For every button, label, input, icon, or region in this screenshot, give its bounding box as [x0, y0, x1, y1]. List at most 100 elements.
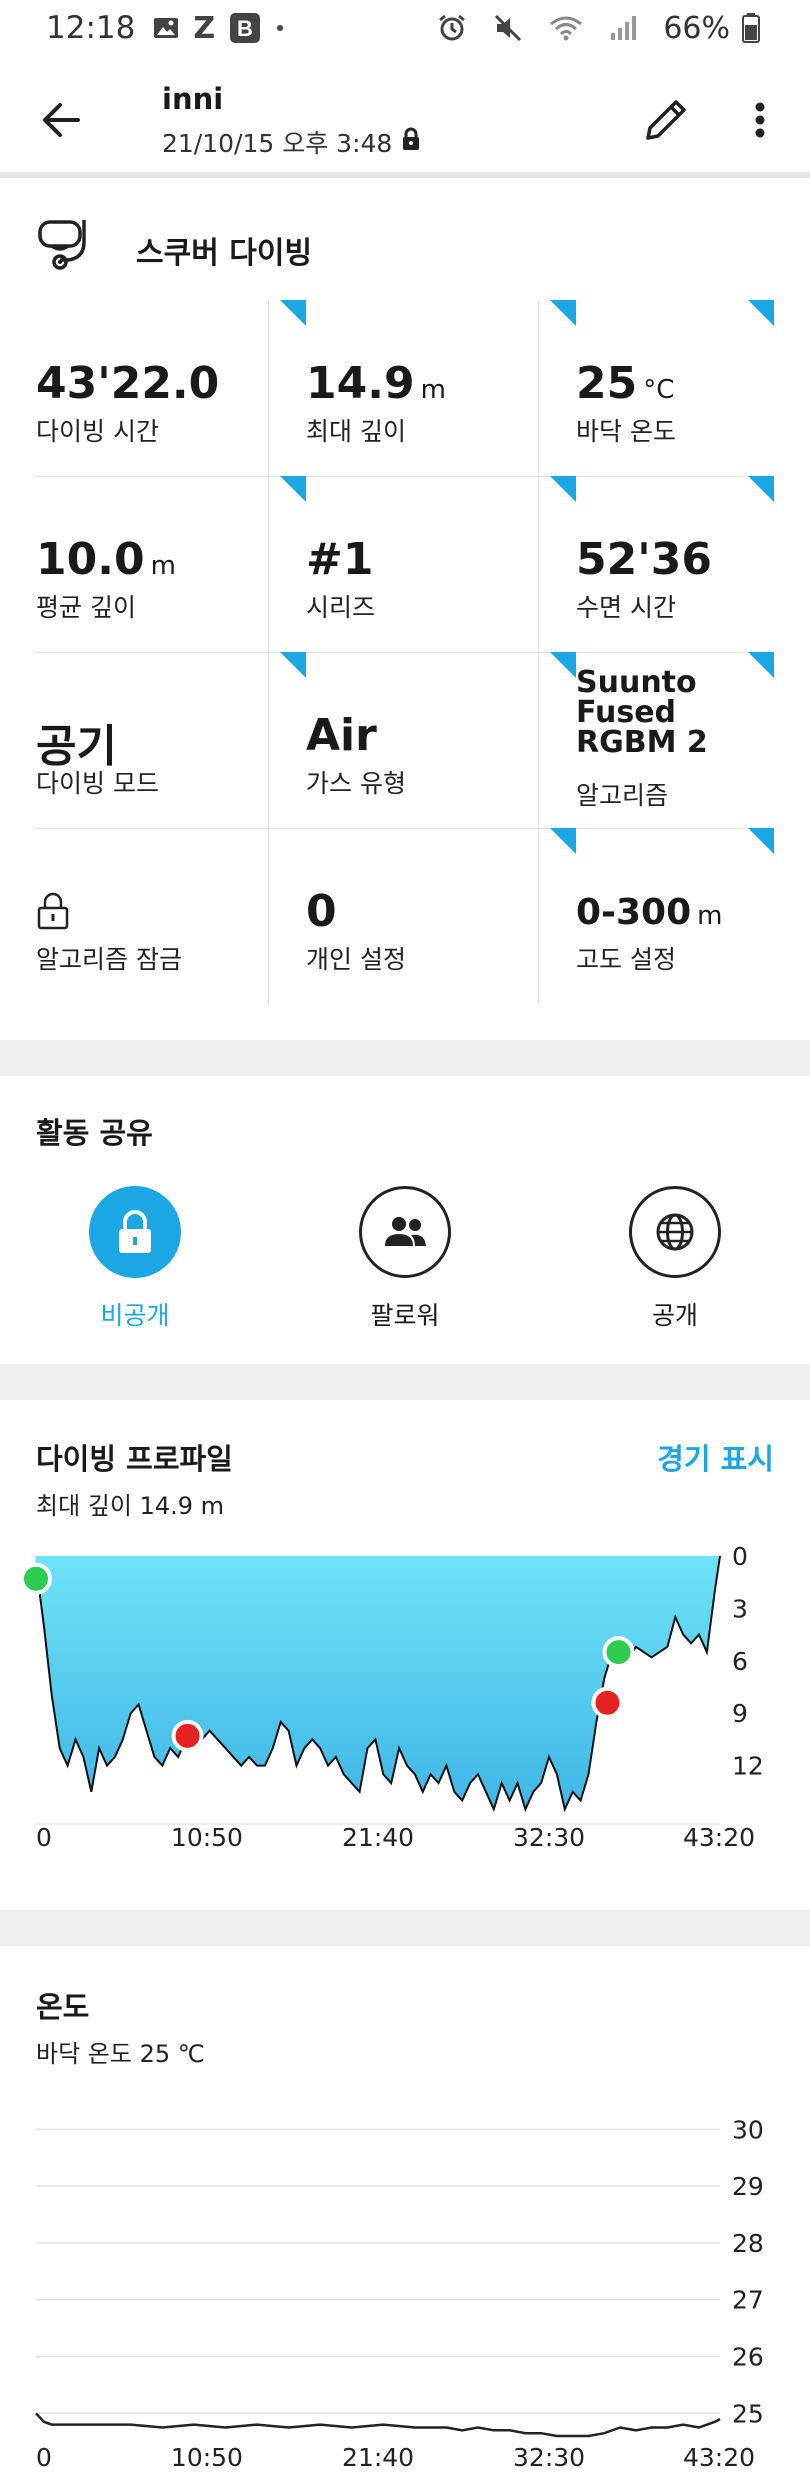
pencil-icon [646, 100, 686, 140]
stat-label: 최대 깊이 [306, 417, 406, 446]
wifi-icon [549, 14, 583, 42]
corner-indicator [550, 300, 576, 326]
y-tick-label: 25 [732, 2399, 764, 2428]
back-button[interactable] [34, 92, 90, 148]
y-tick-label: 28 [732, 2229, 764, 2258]
activity-label: 스쿠버 다이빙 [136, 236, 313, 271]
stat-personal-setting[interactable]: 0 개인 설정 [306, 828, 576, 1004]
stat-unit: m [150, 551, 176, 581]
stat-label: 다이빙 모드 [36, 769, 159, 798]
corner-indicator [280, 476, 306, 502]
ascent-marker[interactable] [20, 1562, 52, 1595]
lock-icon [119, 1210, 151, 1253]
app-bar: inni 21/10/15 오후 3:48 [0, 56, 810, 178]
stat-unit: m [420, 375, 446, 405]
stat-dive-mode[interactable]: 공기 다이빙 모드 [36, 652, 306, 828]
section-divider [0, 1364, 810, 1400]
gallery-icon [153, 16, 179, 40]
sharing-title: 활동 공유 [36, 1116, 153, 1150]
share-option-private[interactable]: 비공개 [65, 1186, 205, 1332]
edit-button[interactable] [638, 92, 694, 148]
stat-value: 14.9 [306, 358, 415, 409]
stat-label: 수면 시간 [576, 593, 676, 622]
ascent-marker[interactable] [602, 1636, 635, 1669]
stat-label: 평균 깊이 [36, 593, 136, 622]
temperature-title: 온도 [36, 1990, 90, 2024]
stat-avg-depth[interactable]: 10.0 m 평균 깊이 [36, 476, 306, 652]
section-divider [0, 1910, 810, 1946]
globe-icon [656, 1213, 694, 1251]
x-tick-label: 0 [36, 2443, 52, 2472]
share-option-label: 팔로워 [370, 1301, 440, 1330]
dive-profile-chart[interactable]: 0 3 6 9 12 0 10:50 21:40 32:30 43:20 [0, 1530, 810, 1860]
share-option-followers[interactable]: 팔로워 [335, 1186, 475, 1332]
svg-text:B: B [237, 16, 253, 41]
z-app-icon: Z [193, 10, 216, 46]
y-tick-label: 6 [732, 1647, 748, 1676]
y-tick-label: 0 [732, 1542, 748, 1571]
stat-label: 알고리즘 [576, 781, 669, 810]
corner-indicator [550, 476, 576, 502]
corner-indicator [748, 300, 774, 326]
stat-value: #1 [306, 534, 374, 585]
stat-unit: °C [643, 375, 675, 405]
status-bar: 12:18 Z B 66% [0, 0, 810, 56]
stat-value: 43'22.0 [36, 358, 220, 409]
x-tick-label: 43:20 [683, 1823, 755, 1852]
status-right: 66% [437, 11, 774, 46]
dive-stats-grid: 43'22.0 다이빙 시간 14.9 m 최대 깊이 25 °C 바닥 온도 10… [36, 300, 774, 1004]
stat-label: 바닥 온도 [576, 417, 676, 446]
share-option-label: 공개 [651, 1301, 698, 1330]
stat-max-depth[interactable]: 14.9 m 최대 깊이 [306, 300, 576, 476]
show-competition-link[interactable]: 경기 표시 [657, 1436, 774, 1478]
stat-altitude-setting[interactable]: 0-300 m 고도 설정 [576, 828, 774, 1004]
stat-value: 0-300 [576, 892, 692, 933]
alarm-marker[interactable] [591, 1686, 624, 1719]
stat-series[interactable]: #1 시리즈 [306, 476, 576, 652]
more-options-button[interactable] [744, 92, 776, 148]
date-time: 21/10/15 오후 3:48 [162, 129, 393, 158]
corner-indicator [748, 476, 774, 502]
share-icon-circle [89, 1186, 181, 1278]
share-option-label: 비공개 [100, 1301, 170, 1330]
people-icon [385, 1217, 426, 1246]
share-option-public[interactable]: 공개 [605, 1186, 745, 1332]
corner-indicator [280, 652, 306, 678]
depth-area [36, 1556, 720, 1810]
stat-algorithm[interactable]: Suunto Fused RGBM 2 알고리즘 [576, 652, 774, 828]
stat-unit: m [697, 901, 723, 931]
alarm-marker[interactable] [171, 1719, 204, 1752]
stat-dive-time[interactable]: 43'22.0 다이빙 시간 [36, 300, 306, 476]
y-tick-label: 27 [732, 2286, 764, 2315]
arrow-left-icon [43, 103, 80, 137]
x-tick-label: 10:50 [171, 2443, 243, 2472]
stat-gas-type[interactable]: Air 가스 유형 [306, 652, 576, 828]
stat-algorithm-lock[interactable]: 알고리즘 잠금 [36, 828, 306, 1004]
stat-label: 고도 설정 [576, 945, 676, 974]
x-tick-label: 10:50 [171, 1823, 243, 1852]
lock-icon [400, 127, 422, 157]
stat-surface-time[interactable]: 52'36 수면 시간 [576, 476, 774, 652]
mute-icon [493, 13, 523, 43]
x-tick-label: 21:40 [342, 1823, 414, 1852]
stat-label: 다이빙 시간 [36, 417, 159, 446]
y-tick-label: 3 [732, 1594, 748, 1623]
temperature-line [35, 2412, 721, 2438]
status-time: 12:18 [46, 10, 136, 46]
y-tick-label: 30 [732, 2115, 764, 2144]
activity-type: 스쿠버 다이빙 [0, 184, 810, 292]
stat-value: 10.0 [36, 534, 145, 585]
temperature-chart[interactable]: 30 29 28 27 26 25 0 10:50 21:40 32:30 43:20 [0, 2080, 810, 2491]
stat-value: 25 [576, 358, 638, 409]
stat-value: 52'36 [576, 534, 712, 585]
stat-bottom-temp[interactable]: 25 °C 바닥 온도 [576, 300, 774, 476]
x-tick-label: 21:40 [342, 2443, 414, 2472]
y-tick-label: 29 [732, 2172, 764, 2201]
share-icon-circle [359, 1186, 451, 1278]
signal-icon [609, 15, 637, 41]
y-tick-label: 12 [732, 1752, 764, 1781]
x-tick-label: 0 [36, 1823, 52, 1852]
x-tick-label: 32:30 [513, 1823, 585, 1852]
corner-indicator [280, 300, 306, 326]
battery-icon [742, 13, 760, 43]
